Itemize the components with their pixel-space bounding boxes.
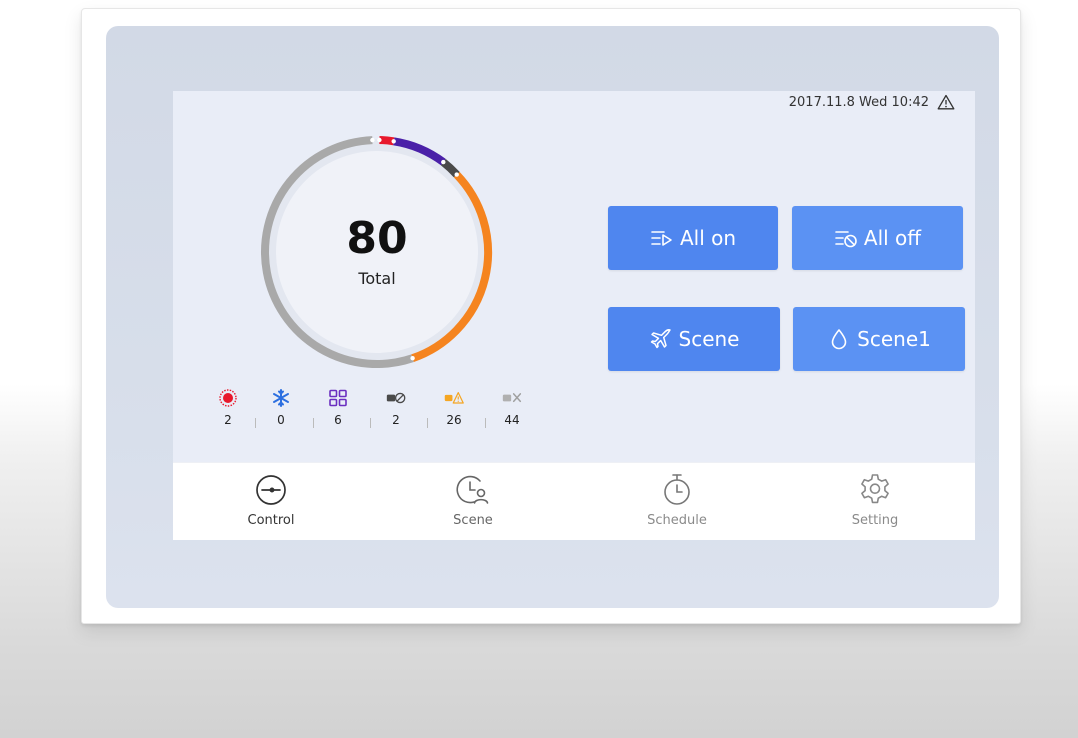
status-off-count: 2 [392,413,400,427]
datetime-label: 2017.11.8 Wed 10:42 [788,94,929,110]
nav-scene[interactable]: Scene [413,471,533,537]
snowflake-cooling-icon [273,389,289,407]
unit-warning-icon [444,392,464,404]
status-heating: 2 [213,389,243,427]
scene1-label: Scene1 [857,327,931,351]
status-counts-row: 2 0 6 2 26 44 [213,389,543,437]
clock-person-icon [456,475,489,504]
status-offline: 44 [497,389,527,427]
status-donut-chart: 80 Total [255,135,499,369]
bottom-nav-bar: Control Scene Schedule Setting [173,462,975,540]
nav-schedule-label: Schedule [647,513,707,528]
scene-button[interactable]: Scene [608,307,780,371]
all-off-button[interactable]: All off [792,206,963,270]
gear-icon [861,474,889,504]
status-fan-count: 6 [334,413,342,427]
status-cooling: 0 [266,389,296,427]
total-count: 80 [346,213,408,264]
status-cooling-count: 0 [277,413,285,427]
unit-off-icon [386,392,406,404]
status-offline-count: 44 [504,413,520,427]
touch-screen: 2017.11.8 Wed 10:42 80 Total 2 0 6 2 26 … [173,91,975,540]
total-label: Total [358,269,396,288]
warning-triangle-icon[interactable] [937,94,955,110]
scene1-button[interactable]: Scene1 [793,307,965,371]
fan-grid-icon [329,389,347,407]
status-fan: 6 [323,389,353,427]
all-off-label: All off [863,226,922,250]
stopwatch-icon [664,474,690,505]
all-on-button[interactable]: All on [608,206,778,270]
screen-bezel: 2017.11.8 Wed 10:42 80 Total 2 0 6 2 26 … [106,26,999,608]
sun-heating-icon [219,389,237,407]
nav-setting[interactable]: Setting [815,471,935,537]
device-frame: 2017.11.8 Wed 10:42 80 Total 2 0 6 2 26 … [81,8,1021,624]
status-heating-count: 2 [224,413,232,427]
status-bar: 2017.11.8 Wed 10:42 [789,94,955,110]
nav-schedule[interactable]: Schedule [617,471,737,537]
scene-label: Scene [678,327,740,351]
water-drop-icon [831,329,847,350]
list-play-icon [651,231,672,246]
control-dial-icon [256,475,286,505]
nav-control[interactable]: Control [211,471,331,537]
nav-control-label: Control [247,513,295,528]
status-off: 2 [381,389,411,427]
nav-scene-label: Scene [453,513,493,528]
nav-setting-label: Setting [851,513,899,528]
status-warning: 26 [439,389,469,427]
all-on-label: All on [679,226,737,250]
list-stop-icon [835,231,857,248]
airplane-icon [650,329,671,349]
unit-offline-icon [502,393,522,403]
status-warning-count: 26 [446,413,462,427]
